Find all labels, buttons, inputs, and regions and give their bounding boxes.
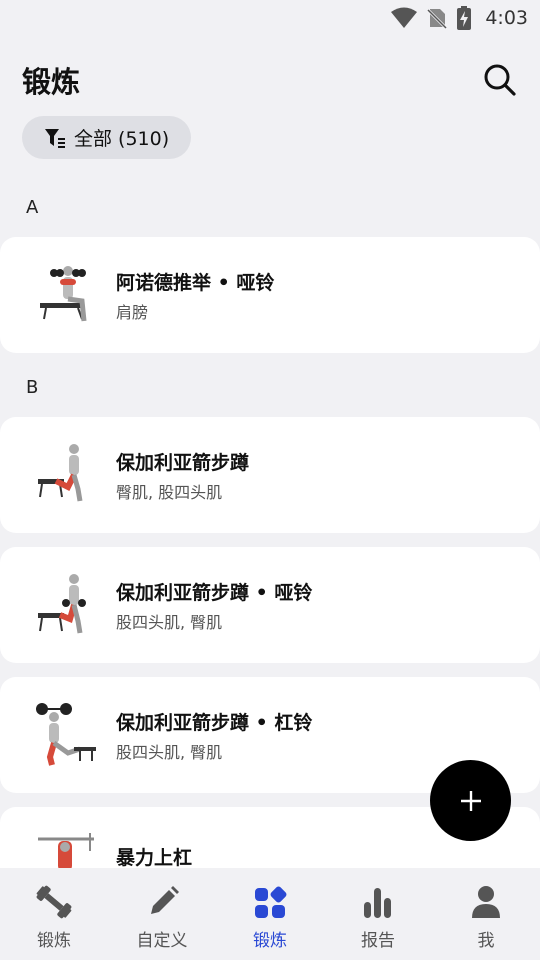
nav-label: 我 — [477, 931, 495, 951]
exercise-thumbnail — [30, 259, 102, 331]
nav-label: 报告 — [361, 931, 395, 951]
nav-item-workout[interactable]: 锻炼 — [0, 868, 108, 960]
filter-label: 全部 (510) — [74, 128, 170, 150]
battery-charging-icon — [457, 6, 472, 30]
exercise-thumbnail — [30, 569, 102, 641]
exercise-muscles: 股四头肌, 臀肌 — [116, 612, 223, 632]
header: 锻炼 — [0, 56, 540, 104]
exercise-title: 保加利亚箭步蹲 • 哑铃 — [116, 581, 313, 604]
exercise-title: 暴力上杠 — [116, 847, 193, 869]
add-exercise-button[interactable] — [430, 760, 511, 841]
nav-label: 自定义 — [136, 931, 188, 951]
status-bar: 4:03 — [0, 0, 540, 36]
filter-icon — [45, 128, 65, 148]
nav-label: 锻炼 — [37, 931, 71, 951]
nav-item-custom[interactable]: 自定义 — [108, 868, 216, 960]
bottom-nav: 锻炼 自定义 锻炼 报告 我 — [0, 868, 540, 960]
bar-chart-icon — [364, 888, 391, 918]
grid-icon — [255, 886, 287, 918]
exercise-card[interactable]: 阿诺德推举 • 哑铃 肩膀 — [0, 237, 540, 353]
exercise-card[interactable]: 保加利亚箭步蹲 臀肌, 股四头肌 — [0, 417, 540, 533]
filter-chip[interactable]: 全部 (510) — [22, 116, 192, 159]
exercise-thumbnail — [30, 699, 102, 771]
section-header-b: B — [26, 377, 39, 398]
nav-item-exercises[interactable]: 锻炼 — [216, 868, 324, 960]
exercise-thumbnail — [30, 439, 102, 511]
page-title: 锻炼 — [22, 65, 81, 99]
pencil-icon — [151, 886, 179, 914]
nav-item-me[interactable]: 我 — [432, 868, 540, 960]
nav-item-report[interactable]: 报告 — [324, 868, 432, 960]
wifi-icon — [391, 7, 418, 29]
search-icon — [484, 64, 516, 96]
exercise-muscles: 股四头肌, 臀肌 — [116, 742, 223, 762]
plus-icon — [460, 790, 481, 811]
search-button[interactable] — [482, 62, 518, 98]
exercise-title: 保加利亚箭步蹲 — [116, 451, 250, 474]
nav-label: 锻炼 — [253, 931, 287, 951]
exercise-title: 保加利亚箭步蹲 • 杠铃 — [116, 711, 313, 734]
exercise-title: 阿诺德推举 • 哑铃 — [116, 271, 275, 294]
exercise-muscles: 肩膀 — [116, 302, 149, 322]
exercise-muscles: 臀肌, 股四头肌 — [116, 482, 223, 502]
person-icon — [472, 886, 500, 918]
section-header-a: A — [26, 197, 39, 218]
status-time: 4:03 — [485, 7, 528, 29]
dumbbell-icon — [36, 885, 72, 919]
exercise-card[interactable]: 保加利亚箭步蹲 • 哑铃 股四头肌, 臀肌 — [0, 547, 540, 663]
no-sim-icon — [427, 7, 448, 29]
